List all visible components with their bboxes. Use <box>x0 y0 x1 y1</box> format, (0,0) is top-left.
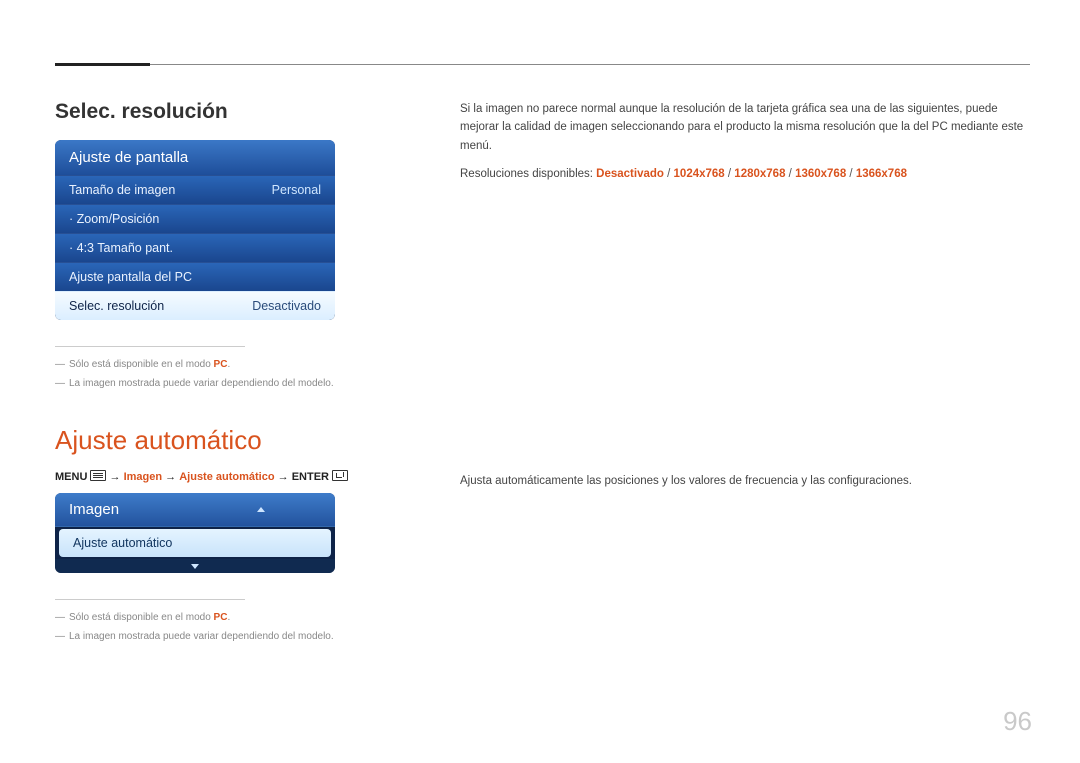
up-arrow-icon[interactable] <box>257 507 265 512</box>
menu-row-zoom-posicion[interactable]: · Zoom/Posición <box>55 204 335 233</box>
menu-row-ajuste-pc[interactable]: Ajuste pantalla del PC <box>55 262 335 291</box>
footnote-image-vary: ―La imagen mostrada puede variar dependi… <box>55 376 365 391</box>
row-value: Personal <box>272 183 321 197</box>
menu-row-43-tamano[interactable]: · 4:3 Tamaño pant. <box>55 233 335 262</box>
enter-icon <box>332 470 348 481</box>
down-arrow-icon[interactable] <box>191 564 199 569</box>
body-text-auto-adjust: Ajusta automáticamente las posiciones y … <box>460 472 1030 490</box>
row-label: Selec. resolución <box>69 299 164 313</box>
body-text-resolution: Si la imagen no parece normal aunque la … <box>460 100 1030 155</box>
row-label: · Zoom/Posición <box>69 212 159 226</box>
row-label: · 4:3 Tamaño pant. <box>69 241 173 255</box>
row-value: Desactivado <box>252 299 321 313</box>
divider <box>55 599 245 600</box>
heading-select-resolution: Selec. resolución <box>55 100 365 124</box>
footnote-pc-mode: ―Sólo está disponible en el modo PC. <box>55 357 365 372</box>
footnote-image-vary-2: ―La imagen mostrada puede variar dependi… <box>55 629 365 644</box>
menu-icon <box>90 470 106 481</box>
panel-title: Ajuste de pantalla <box>55 140 335 175</box>
menu-row-tamano-de-imagen[interactable]: Tamaño de imagen Personal <box>55 175 335 204</box>
menu-row-selec-resolucion[interactable]: Selec. resolución Desactivado <box>55 291 335 320</box>
page-number: 96 <box>1003 706 1032 737</box>
footnote-pc-mode-2: ―Sólo está disponible en el modo PC. <box>55 610 365 625</box>
row-label: Tamaño de imagen <box>69 183 175 197</box>
heading-ajuste-automatico: Ajuste automático <box>55 425 365 456</box>
panel2-title: Imagen <box>55 493 335 527</box>
row-label: Ajuste pantalla del PC <box>69 270 192 284</box>
divider <box>55 346 245 347</box>
panel-imagen: Imagen Ajuste automático <box>55 493 335 573</box>
available-resolutions: Resoluciones disponibles: Desactivado / … <box>460 165 1030 183</box>
panel-ajuste-de-pantalla: Ajuste de pantalla Tamaño de imagen Pers… <box>55 140 335 320</box>
panel2-bottom <box>55 559 335 573</box>
menu-path: MENU → Imagen → Ajuste automático → ENTE… <box>55 470 365 483</box>
menu-row-ajuste-automatico[interactable]: Ajuste automático <box>59 529 331 557</box>
